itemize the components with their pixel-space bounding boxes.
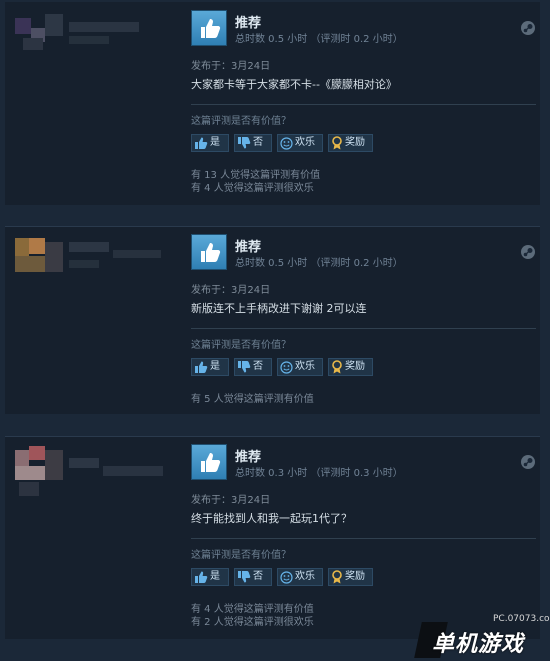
award-label: 奖励	[345, 571, 365, 582]
funny-count: 有 2 人觉得这篇评测很欢乐	[191, 617, 314, 628]
divider	[191, 328, 536, 329]
vote-funny-button[interactable]: 欢乐	[277, 358, 323, 376]
smiley-icon	[280, 360, 293, 374]
funny-count: 有 4 人觉得这篇评测很欢乐	[191, 183, 314, 194]
watermark-title: 单机游戏	[432, 632, 525, 657]
avatar[interactable]	[13, 442, 163, 496]
vote-funny-label: 欢乐	[295, 571, 315, 582]
review-card: 推荐 总时数 0.5 小时 （评测时 0.2 小时） 发布于：3月24日 大家都…	[5, 2, 540, 205]
divider	[191, 538, 536, 539]
vote-yes-label: 是	[210, 571, 220, 582]
award-label: 奖励	[345, 137, 365, 148]
review-text: 大家都卡等于大家都不卡--《朦朦相对论》	[191, 78, 397, 91]
award-button[interactable]: 奖励	[328, 568, 373, 586]
vote-yes-label: 是	[210, 361, 220, 372]
award-label: 奖励	[345, 361, 365, 372]
steam-icon[interactable]	[520, 20, 536, 36]
review-text: 新版连不上手柄改进下谢谢 2可以连	[191, 302, 367, 315]
award-ribbon-icon	[332, 570, 342, 584]
thumbs-up-icon	[195, 137, 208, 149]
thumbs-up-badge-icon	[191, 234, 227, 270]
steam-icon[interactable]	[520, 244, 536, 260]
vote-no-button[interactable]: 否	[234, 358, 272, 376]
award-ribbon-icon	[332, 360, 342, 374]
thumbs-up-badge-icon	[191, 10, 227, 46]
steam-icon[interactable]	[520, 454, 536, 470]
posted-date: 发布于：3月24日	[191, 285, 271, 296]
card-border	[5, 226, 540, 227]
posted-date: 发布于：3月24日	[191, 61, 271, 72]
helpful-question: 这篇评测是否有价值？	[191, 550, 291, 561]
watermark-site: PC.07073.com	[493, 614, 550, 624]
vote-yes-button[interactable]: 是	[191, 568, 229, 586]
review-card: 推荐 总时数 0.5 小时 （评测时 0.2 小时） 发布于：3月24日 新版连…	[5, 226, 540, 414]
vote-funny-label: 欢乐	[295, 361, 315, 372]
vote-funny-button[interactable]: 欢乐	[277, 568, 323, 586]
vote-no-button[interactable]: 否	[234, 568, 272, 586]
vote-no-label: 否	[253, 361, 263, 372]
review-text: 终于能找到人和我一起玩1代了？	[191, 512, 352, 525]
helpful-count: 有 5 人觉得这篇评测有价值	[191, 394, 314, 405]
review-title: 推荐	[235, 240, 262, 255]
thumbs-down-icon	[238, 137, 251, 149]
vote-yes-button[interactable]: 是	[191, 358, 229, 376]
vote-no-button[interactable]: 否	[234, 134, 272, 152]
thumbs-up-icon	[195, 361, 208, 373]
review-card: 推荐 总时数 0.3 小时 （评测时 0.3 小时） 发布于：3月24日 终于能…	[5, 436, 540, 639]
avatar[interactable]	[13, 232, 163, 284]
vote-yes-label: 是	[210, 137, 220, 148]
award-ribbon-icon	[332, 136, 342, 150]
thumbs-up-icon	[195, 571, 208, 583]
review-hours: 总时数 0.5 小时 （评测时 0.2 小时）	[235, 258, 403, 269]
thumbs-down-icon	[238, 361, 251, 373]
award-button[interactable]: 奖励	[328, 134, 373, 152]
helpful-question: 这篇评测是否有价值？	[191, 340, 291, 351]
review-hours: 总时数 0.3 小时 （评测时 0.3 小时）	[235, 468, 403, 479]
award-button[interactable]: 奖励	[328, 358, 373, 376]
review-title: 推荐	[235, 450, 262, 465]
vote-no-label: 否	[253, 137, 263, 148]
smiley-icon	[280, 136, 293, 150]
vote-yes-button[interactable]: 是	[191, 134, 229, 152]
avatar[interactable]	[13, 8, 163, 60]
smiley-icon	[280, 570, 293, 584]
thumbs-up-badge-icon	[191, 444, 227, 480]
review-title: 推荐	[235, 16, 262, 31]
posted-date: 发布于：3月24日	[191, 495, 271, 506]
thumbs-down-icon	[238, 571, 251, 583]
divider	[191, 104, 536, 105]
vote-funny-label: 欢乐	[295, 137, 315, 148]
card-border	[5, 436, 540, 437]
vote-funny-button[interactable]: 欢乐	[277, 134, 323, 152]
vote-no-label: 否	[253, 571, 263, 582]
helpful-question: 这篇评测是否有价值？	[191, 116, 291, 127]
review-hours: 总时数 0.5 小时 （评测时 0.2 小时）	[235, 34, 403, 45]
